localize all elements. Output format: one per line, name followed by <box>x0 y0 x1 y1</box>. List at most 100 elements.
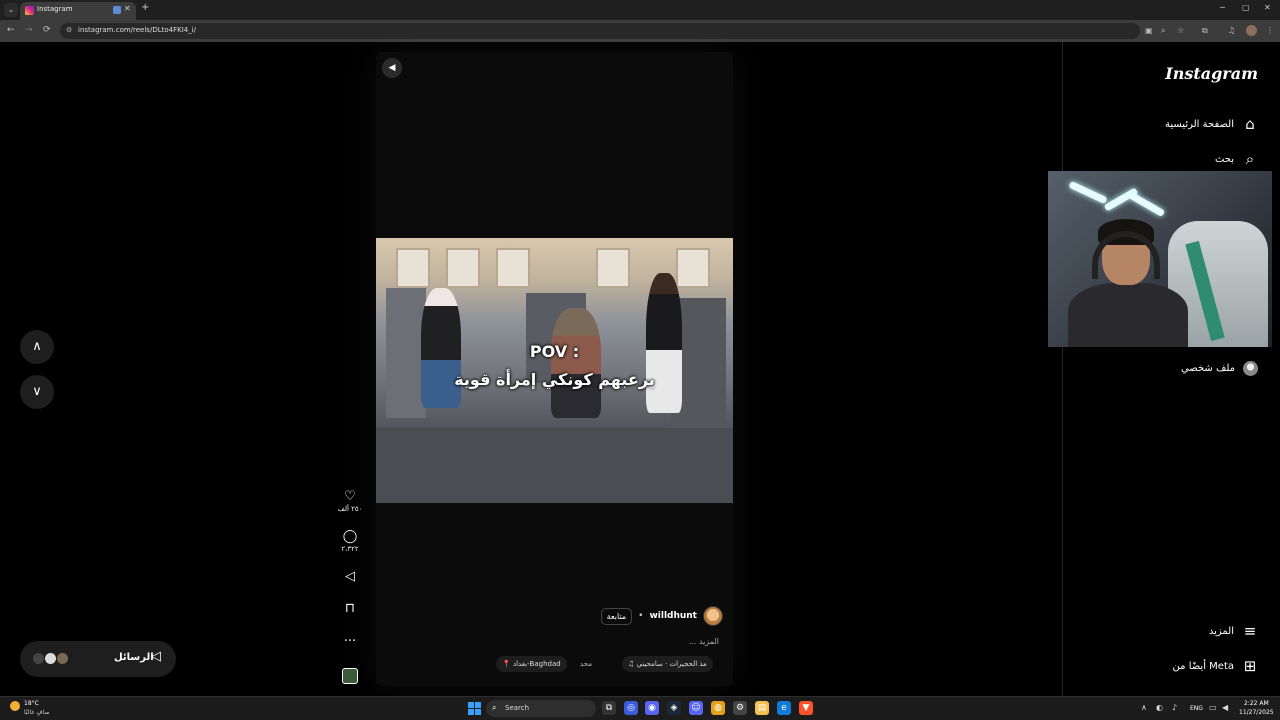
location-tag[interactable]: 📍 بغداد-Baghdad <box>496 656 567 672</box>
taskbar-search[interactable]: ⌕ Search <box>486 700 596 717</box>
media-control-icon[interactable]: ♫ <box>1228 26 1235 35</box>
author-avatar[interactable] <box>703 606 723 626</box>
message-avatar <box>56 652 69 665</box>
back-icon[interactable]: ← <box>7 25 15 35</box>
bookmark-star-icon[interactable]: ☆ <box>1177 26 1184 35</box>
file-explorer-icon[interactable]: ▤ <box>755 701 769 715</box>
volume-icon[interactable]: ◀ <box>1222 703 1228 712</box>
more-options-action[interactable]: ··· <box>336 635 364 649</box>
next-reel-button[interactable]: ∨ <box>20 375 54 409</box>
speaker-icon: ◀ <box>388 63 396 73</box>
tab-close-icon[interactable]: ✕ <box>124 4 131 13</box>
steam-icon[interactable]: ◈ <box>667 701 681 715</box>
tab-title: Instagram <box>37 5 73 13</box>
like-action[interactable]: ♡ ٢٥٠ ألف <box>336 490 364 514</box>
home-icon: ⌂ <box>1245 115 1255 133</box>
reel-meta-pills: 📍 بغداد-Baghdad محد ♫ مذ الحجيرات · سامح… <box>496 656 724 672</box>
sidebar-item-profile[interactable]: ملف شخصي <box>1181 358 1258 378</box>
tray-overflow-icon[interactable]: ∧ <box>1141 703 1147 712</box>
video-background <box>376 428 733 503</box>
site-info-icon[interactable]: ⚙ <box>66 26 72 34</box>
chevron-down-icon: ∨ <box>32 384 42 399</box>
send-icon[interactable]: ◁ <box>336 570 364 584</box>
maximize-button[interactable]: ▢ <box>1242 3 1250 12</box>
comment-action[interactable]: ◯ ٢،٣٢٢ <box>336 530 364 554</box>
address-bar[interactable]: ⚙ instagram.com/reels/DLto4FKI4_i/ <box>60 23 1140 39</box>
search-icon: ⌕ <box>492 703 497 712</box>
sidebar-item-home[interactable]: الصفحة الرئيسية ⌂ <box>1165 114 1258 134</box>
share-action[interactable]: ◁ <box>336 570 364 584</box>
close-window-button[interactable]: ✕ <box>1264 3 1271 12</box>
browser-tab-instagram[interactable]: Instagram ✕ <box>20 2 136 20</box>
heart-icon[interactable]: ♡ <box>336 490 364 504</box>
video-caption-pov: POV : <box>529 342 580 361</box>
reel-video[interactable]: POV : يرعبهم كونكي إمرأة قوية <box>376 238 733 503</box>
app-icon[interactable]: ◉ <box>645 701 659 715</box>
comment-count: ٢،٣٢٢ <box>341 545 359 553</box>
audio-thumbnail[interactable] <box>342 668 358 684</box>
right-sidebar: Instagram الصفحة الرئيسية ⌂ بحث ⌕ ملف شخ… <box>1062 42 1280 696</box>
new-tab-button[interactable]: + <box>141 2 149 13</box>
clock-date[interactable]: 11/27/2025 <box>1239 709 1274 716</box>
app-icon[interactable]: ◎ <box>624 701 638 715</box>
sidebar-item-search[interactable]: بحث ⌕ <box>1215 149 1258 169</box>
taskview-icon[interactable]: ⧉ <box>602 701 616 715</box>
webcam-background <box>1068 180 1108 205</box>
sidebar-item-more[interactable]: المزيد ≡ <box>1209 621 1258 641</box>
weather-description[interactable]: صافٍ غالبًا <box>24 709 49 716</box>
profile-avatar-icon <box>1243 360 1258 376</box>
sidebar-item-also-from-meta[interactable]: أيضًا من Meta ⊞ <box>1173 656 1258 676</box>
save-action[interactable]: ⊓ <box>336 602 364 616</box>
bookmark-icon[interactable]: ⊓ <box>336 602 364 616</box>
browser-toolbar: ← → ⟳ ⚙ instagram.com/reels/DLto4FKI4_i/… <box>0 20 1280 42</box>
edge-icon[interactable]: e <box>777 701 791 715</box>
reel-author-row: متابعة • willdhunt <box>600 604 723 628</box>
browser-profile-avatar[interactable] <box>1246 25 1257 36</box>
video-background <box>551 308 601 418</box>
follow-button[interactable]: متابعة <box>600 607 633 625</box>
comment-icon[interactable]: ◯ <box>336 530 364 544</box>
discord-icon[interactable]: ☺ <box>689 701 703 715</box>
instagram-reels-page: ∧ ∨ الرسائل ◁ ◀ POV : يرعبهم كونكي إمرأة… <box>0 42 1280 696</box>
tab-search-button[interactable]: ⌄ <box>4 3 18 17</box>
reel-card[interactable]: ◀ POV : يرعبهم كونكي إمرأة قوية متابعة •… <box>376 52 733 686</box>
video-background <box>396 248 430 288</box>
chrome-icon[interactable]: ◍ <box>711 701 725 715</box>
instagram-logo[interactable]: Instagram <box>1165 64 1258 83</box>
app-icon[interactable]: ⚙ <box>733 701 747 715</box>
search-label: Search <box>505 704 530 712</box>
sidebar-item-label: الصفحة الرئيسية <box>1165 118 1234 130</box>
clock-time[interactable]: 2:22 AM <box>1244 700 1269 707</box>
tray-app-icon[interactable]: ◐ <box>1156 703 1163 712</box>
sidebar-item-label: بحث <box>1214 153 1234 165</box>
weather-temperature[interactable]: 18°C <box>24 700 39 707</box>
network-icon[interactable]: ▭ <box>1209 703 1217 712</box>
language-indicator[interactable]: ENG <box>1190 705 1203 712</box>
microphone-icon[interactable]: ♪ <box>1172 703 1177 712</box>
audio-track-link[interactable]: ♫ مذ الحجيرات · سامحيني <box>622 656 713 672</box>
author-username[interactable]: willdhunt <box>649 611 697 621</box>
brave-icon[interactable]: ▼ <box>799 701 813 715</box>
forward-icon[interactable]: → <box>25 25 33 35</box>
reload-icon[interactable]: ⟳ <box>43 25 51 35</box>
sidebar-item-label: ملف شخصي <box>1180 362 1235 374</box>
apps-grid-icon: ⊞ <box>1243 657 1257 675</box>
messages-button[interactable]: الرسائل ◁ <box>20 641 176 677</box>
video-background <box>596 248 630 288</box>
minimize-button[interactable]: ─ <box>1220 3 1225 12</box>
send-icon: ◁ <box>151 649 161 664</box>
url-text[interactable]: instagram.com/reels/DLto4FKI4_i/ <box>78 26 196 34</box>
zoom-icon[interactable]: ⌕ <box>1161 26 1165 36</box>
previous-reel-button[interactable]: ∧ <box>20 330 54 364</box>
mute-toggle-button[interactable]: ◀ <box>382 58 402 78</box>
more-horizontal-icon[interactable]: ··· <box>336 635 364 649</box>
extensions-icon[interactable]: ⧉ <box>1202 26 1208 36</box>
install-app-icon[interactable]: ▣ <box>1145 26 1153 35</box>
video-background <box>496 248 530 288</box>
browser-menu-icon[interactable]: ⋮ <box>1266 26 1274 35</box>
tab-media-icon[interactable] <box>113 6 121 14</box>
start-button[interactable] <box>468 702 481 715</box>
weather-icon[interactable] <box>10 701 20 711</box>
sidebar-item-label: أيضًا من Meta <box>1172 660 1234 672</box>
caption-more-link[interactable]: ... المزيد <box>689 637 719 646</box>
